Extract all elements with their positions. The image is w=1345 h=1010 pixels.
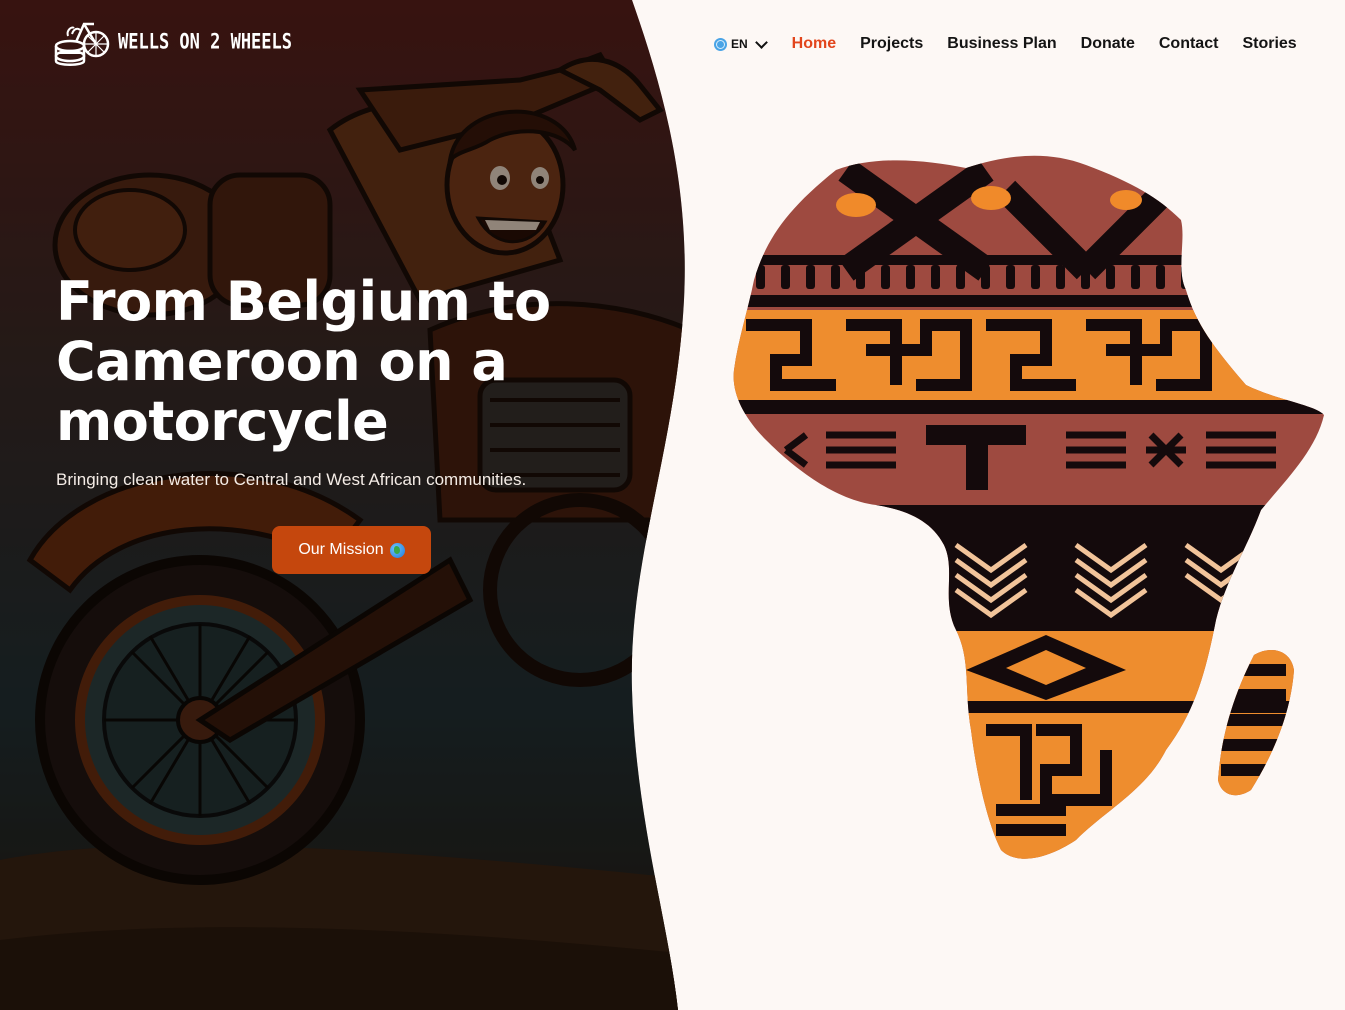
language-selector[interactable]: EN [714, 34, 768, 54]
hero-subheadline: Bringing clean water to Central and West… [56, 470, 527, 489]
nav-contact[interactable]: Contact [1159, 35, 1219, 53]
nav-projects[interactable]: Projects [860, 35, 923, 53]
globe-icon [714, 37, 727, 51]
cta-label: Our Mission [298, 541, 384, 558]
language-code: EN [731, 37, 748, 51]
well-bicycle-icon [54, 22, 110, 66]
globe-icon [389, 542, 405, 558]
brand-name: WELLS ON 2 WHEELS [118, 29, 292, 55]
nav-donate[interactable]: Donate [1081, 35, 1135, 53]
brand-logo[interactable]: WELLS ON 2 WHEELS [54, 16, 292, 70]
hero-headline: From Belgium to Cameroon on a motorcycle [56, 270, 551, 453]
our-mission-button[interactable]: Our Mission [272, 526, 431, 574]
nav-business-plan[interactable]: Business Plan [947, 35, 1056, 53]
main-nav: EN Home Projects Business Plan Donate Co… [714, 34, 1297, 54]
chevron-down-icon [754, 35, 768, 49]
nav-stories[interactable]: Stories [1242, 35, 1296, 53]
africa-pattern-map [733, 155, 1324, 859]
nav-home[interactable]: Home [792, 35, 836, 53]
